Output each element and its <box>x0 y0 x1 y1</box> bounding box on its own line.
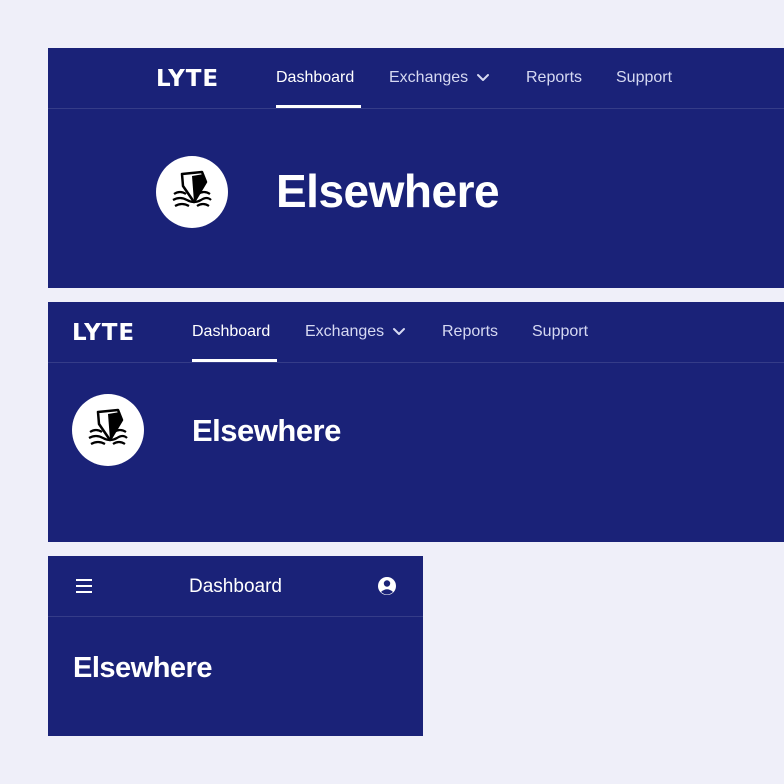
user-circle-icon[interactable] <box>377 576 397 596</box>
nav-support[interactable]: Support <box>532 302 588 362</box>
page-title: Elsewhere <box>73 652 212 684</box>
nav-exchanges-label: Exchanges <box>389 69 469 86</box>
nav-exchanges-label: Exchanges <box>305 323 385 340</box>
desktop-wide-panel: LYTE Dashboard Exchanges Reports Support… <box>48 48 784 288</box>
desktop-compact-panel: LYTE Dashboard Exchanges Reports Support… <box>48 302 784 542</box>
page-title: Elsewhere <box>192 413 341 448</box>
top-navbar: LYTE Dashboard Exchanges Reports Support <box>48 302 784 363</box>
nav-exchanges[interactable]: Exchanges <box>305 302 406 362</box>
mobile-header: Dashboard <box>48 556 423 617</box>
company-avatar <box>72 394 144 466</box>
brand-logo[interactable]: LYTE <box>156 66 219 92</box>
nav-reports[interactable]: Reports <box>442 302 498 362</box>
chevron-down-icon <box>477 73 490 81</box>
brand-logo[interactable]: LYTE <box>72 320 135 346</box>
nav-dashboard[interactable]: Dashboard <box>192 302 277 362</box>
nav-dashboard[interactable]: Dashboard <box>276 48 361 108</box>
chevron-down-icon <box>393 327 406 335</box>
iceberg-icon <box>172 170 212 207</box>
iceberg-icon <box>88 408 128 445</box>
mobile-page-title: Dashboard <box>189 576 282 597</box>
nav-reports[interactable]: Reports <box>526 48 582 108</box>
nav-support[interactable]: Support <box>616 48 672 108</box>
top-navbar: LYTE Dashboard Exchanges Reports Support <box>48 48 784 109</box>
nav-exchanges[interactable]: Exchanges <box>389 48 490 108</box>
page-title: Elsewhere <box>276 165 500 217</box>
company-avatar <box>156 156 228 228</box>
mobile-panel: Dashboard Elsewhere <box>48 556 423 736</box>
